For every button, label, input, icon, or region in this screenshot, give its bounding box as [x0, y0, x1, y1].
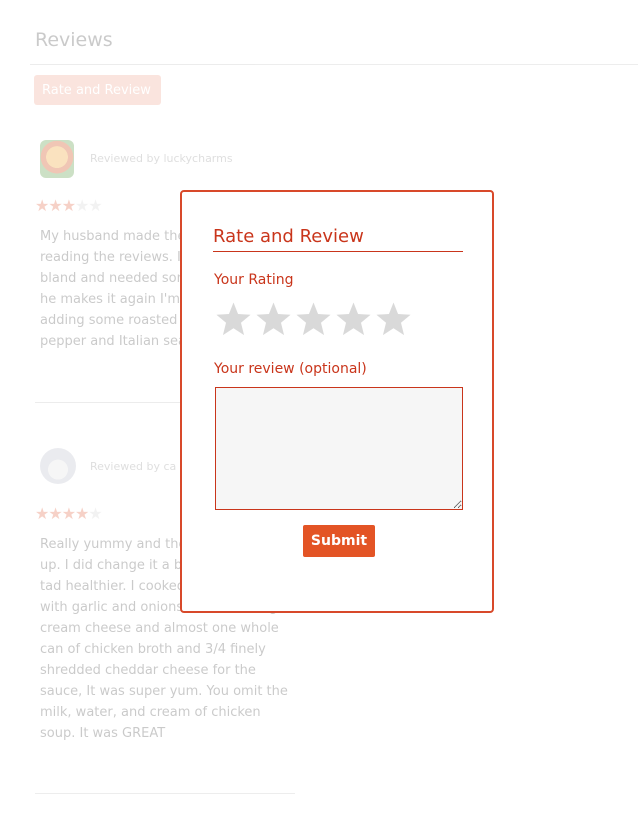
star-empty-icon: ★ — [88, 504, 102, 523]
star-4-icon[interactable] — [334, 300, 373, 339]
reviewer-avatar — [40, 140, 74, 178]
reviews-heading: Reviews — [35, 29, 113, 51]
rate-review-modal: Rate and Review Your Rating Your review … — [180, 190, 494, 613]
star-filled-icon: ★ — [61, 504, 76, 523]
reviewer-name: Reviewed by luckycharms — [90, 152, 233, 165]
your-rating-label: Your Rating — [214, 272, 294, 288]
star-filled-icon: ★ — [35, 196, 49, 215]
review-rating-stars: ★★★★★ — [35, 504, 103, 523]
review-divider — [35, 793, 295, 794]
star-filled-icon: ★ — [75, 504, 89, 523]
your-review-label: Your review (optional) — [214, 361, 367, 377]
modal-title: Rate and Review — [213, 226, 463, 252]
star-filled-icon: ★ — [48, 504, 62, 523]
page: Reviews Rate and Review Reviewed by luck… — [0, 0, 638, 833]
star-1-icon[interactable] — [214, 300, 253, 339]
star-filled-icon: ★ — [61, 196, 76, 215]
star-filled-icon: ★ — [48, 196, 62, 215]
star-empty-icon: ★ — [88, 196, 102, 215]
review-textarea[interactable] — [215, 387, 463, 510]
review-rating-stars: ★★★★★ — [35, 196, 103, 215]
reviews-divider — [30, 64, 638, 65]
reviewer-avatar — [40, 448, 76, 484]
submit-button[interactable]: Submit — [303, 525, 375, 557]
star-empty-icon: ★ — [75, 196, 89, 215]
star-2-icon[interactable] — [254, 300, 293, 339]
rate-and-review-button[interactable]: Rate and Review — [34, 75, 161, 105]
star-5-icon[interactable] — [374, 300, 413, 339]
star-3-icon[interactable] — [294, 300, 333, 339]
rating-star-input[interactable] — [214, 300, 413, 339]
reviewer-name: Reviewed by ca — [90, 460, 177, 473]
star-filled-icon: ★ — [35, 504, 49, 523]
